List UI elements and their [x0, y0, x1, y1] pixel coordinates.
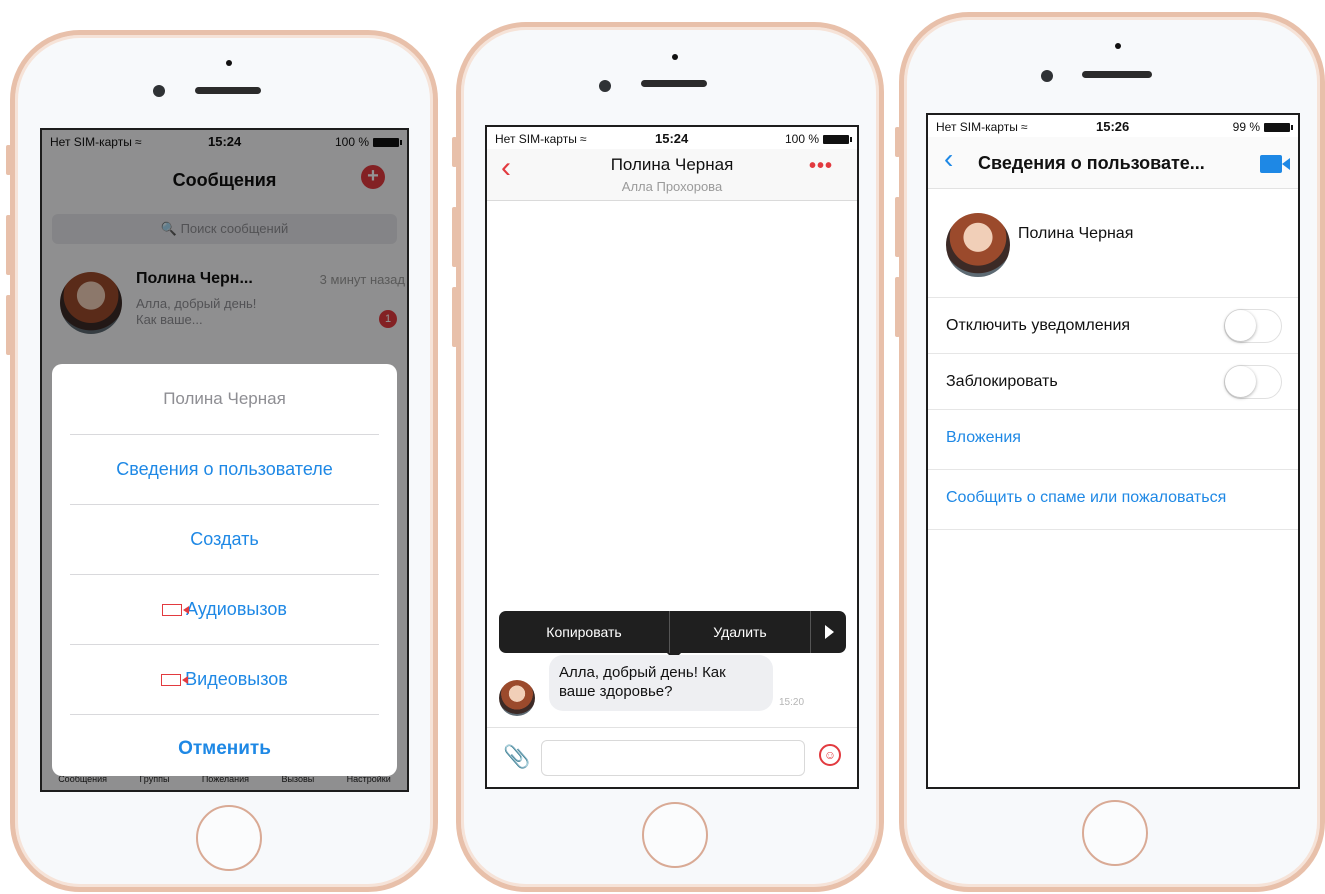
message-bubble[interactable]: Алла, добрый день! Как ваше здоровье?	[549, 655, 773, 711]
context-menu: Копировать Удалить	[499, 611, 846, 660]
home-button[interactable]	[642, 802, 708, 868]
video-camera-icon	[161, 674, 189, 686]
report-spam-link[interactable]: Сообщить о спаме или пожаловаться	[946, 489, 1226, 507]
phone-frame-middle: Нет SIM-карты ≈ 15:24 100 % ‹ Полина Черн…	[452, 22, 884, 892]
block-label: Заблокировать	[946, 373, 1058, 390]
chat-screen: Нет SIM-карты ≈ 15:24 100 % ‹ Полина Черн…	[485, 125, 859, 789]
avatar	[499, 680, 535, 716]
phone-frame-left: Нет SIM-карты ≈ 15:24 100 % Сообщения + 🔍…	[6, 30, 438, 892]
battery-icon	[823, 134, 852, 144]
wifi-icon: ≈	[579, 132, 587, 146]
mute-notifications-label: Отключить уведомления	[946, 317, 1131, 334]
audio-call-button[interactable]: Аудиовызов	[70, 574, 379, 644]
carrier-label: Нет SIM-карты ≈	[936, 120, 1028, 134]
user-info-button[interactable]: Сведения о пользователе	[70, 434, 379, 504]
paperclip-icon[interactable]: 📎	[503, 744, 530, 770]
action-sheet-title: Полина Черная	[163, 389, 286, 408]
messages-screen: Нет SIM-карты ≈ 15:24 100 % Сообщения + 🔍…	[40, 128, 409, 792]
video-call-icon[interactable]	[1260, 155, 1290, 173]
profile-header: ‹ Сведения о пользовате...	[928, 137, 1298, 189]
home-button[interactable]	[1082, 800, 1148, 866]
video-call-button[interactable]: Видеовызов	[70, 644, 379, 714]
action-sheet: Полина Черная Сведения о пользователе Со…	[52, 364, 397, 776]
chat-subtitle: Алла Прохорова	[621, 179, 723, 194]
battery-icon	[1264, 122, 1293, 132]
status-bar: Нет SIM-карты ≈ 15:24 100 %	[487, 127, 857, 149]
status-time: 15:24	[655, 131, 689, 146]
delete-button[interactable]: Удалить	[670, 611, 810, 653]
smiley-icon[interactable]: ☺	[819, 744, 841, 766]
copy-button[interactable]: Копировать	[499, 611, 669, 653]
battery-indicator: 99 %	[1233, 120, 1293, 134]
status-bar: Нет SIM-карты ≈ 15:26 99 %	[928, 115, 1298, 137]
status-time: 15:26	[1096, 119, 1130, 134]
create-button[interactable]: Создать	[70, 504, 379, 574]
battery-indicator: 100 %	[785, 132, 852, 146]
video-camera-icon	[162, 604, 190, 616]
profile-screen: Нет SIM-карты ≈ 15:26 99 % ‹ Сведения о п…	[926, 113, 1300, 789]
back-chevron-icon[interactable]: ‹	[944, 145, 953, 173]
wifi-icon: ≈	[1020, 120, 1028, 134]
home-button[interactable]	[196, 805, 262, 871]
chat-contact-name: Полина Черная	[610, 155, 734, 174]
avatar	[946, 213, 1010, 277]
mute-notifications-toggle[interactable]	[1224, 309, 1282, 343]
next-arrow-icon[interactable]	[825, 625, 834, 639]
phone-frame-right: Нет SIM-карты ≈ 15:26 99 % ‹ Сведения о п…	[895, 12, 1325, 892]
chat-header: ‹ Полина Черная Алла Прохорова •••	[487, 149, 857, 201]
profile-name: Полина Черная	[1018, 225, 1134, 242]
message-time: 15:20	[779, 697, 805, 708]
message-input[interactable]	[541, 740, 805, 776]
more-icon[interactable]: •••	[809, 155, 833, 178]
block-toggle[interactable]	[1224, 365, 1282, 399]
cancel-button[interactable]: Отменить	[70, 714, 379, 784]
attachments-link[interactable]: Вложения	[946, 429, 1021, 447]
page-title: Сведения о пользовате...	[978, 153, 1205, 173]
carrier-label: Нет SIM-карты ≈	[495, 132, 587, 146]
message-input-bar: 📎 ☺	[487, 727, 857, 787]
